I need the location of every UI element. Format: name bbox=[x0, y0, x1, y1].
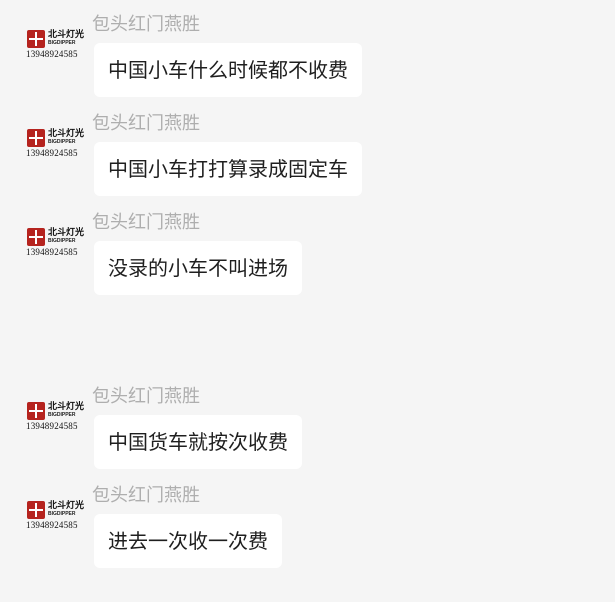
sender-name: 包头红门燕胜 bbox=[92, 212, 200, 233]
logo-icon bbox=[27, 30, 45, 48]
logo-icon bbox=[27, 228, 45, 246]
logo-icon bbox=[27, 129, 45, 147]
sender-name: 包头红门燕胜 bbox=[92, 113, 200, 134]
sender-name: 包头红门燕胜 bbox=[92, 485, 200, 506]
message-bubble[interactable]: 没录的小车不叫进场 bbox=[94, 241, 302, 295]
avatar[interactable]: 北斗灯光 BIGDIPPER 13948924585 bbox=[26, 402, 84, 432]
avatar-brand-en: BIGDIPPER bbox=[48, 511, 76, 517]
avatar[interactable]: 北斗灯光 BIGDIPPER 13948924585 bbox=[26, 501, 84, 531]
sender-name: 包头红门燕胜 bbox=[92, 386, 200, 407]
avatar-brand-cn: 北斗灯光 bbox=[48, 228, 85, 238]
avatar-phone: 13948924585 bbox=[26, 148, 78, 158]
message-bubble[interactable]: 中国小车什么时候都不收费 bbox=[94, 43, 362, 97]
message-bubble[interactable]: 中国货车就按次收费 bbox=[94, 415, 302, 469]
avatar-brand-cn: 北斗灯光 bbox=[48, 402, 85, 412]
avatar-brand-en: BIGDIPPER bbox=[48, 238, 76, 244]
avatar-phone: 13948924585 bbox=[26, 520, 78, 530]
avatar-brand-cn: 北斗灯光 bbox=[48, 30, 85, 40]
avatar-brand-en: BIGDIPPER bbox=[48, 40, 76, 46]
logo-icon bbox=[27, 501, 45, 519]
logo-icon bbox=[27, 402, 45, 420]
avatar[interactable]: 北斗灯光 BIGDIPPER 13948924585 bbox=[26, 228, 84, 258]
avatar-brand-cn: 北斗灯光 bbox=[48, 501, 85, 511]
avatar-phone: 13948924585 bbox=[26, 247, 78, 257]
avatar-phone: 13948924585 bbox=[26, 421, 78, 431]
sender-name: 包头红门燕胜 bbox=[92, 14, 200, 35]
avatar-brand-en: BIGDIPPER bbox=[48, 412, 76, 418]
avatar-phone: 13948924585 bbox=[26, 49, 78, 59]
avatar-brand-en: BIGDIPPER bbox=[48, 139, 76, 145]
message-bubble[interactable]: 进去一次收一次费 bbox=[94, 514, 282, 568]
message-bubble[interactable]: 中国小车打打算录成固定车 bbox=[94, 142, 362, 196]
avatar[interactable]: 北斗灯光 BIGDIPPER 13948924585 bbox=[26, 30, 84, 60]
avatar-brand-cn: 北斗灯光 bbox=[48, 129, 85, 139]
avatar[interactable]: 北斗灯光 BIGDIPPER 13948924585 bbox=[26, 129, 84, 159]
